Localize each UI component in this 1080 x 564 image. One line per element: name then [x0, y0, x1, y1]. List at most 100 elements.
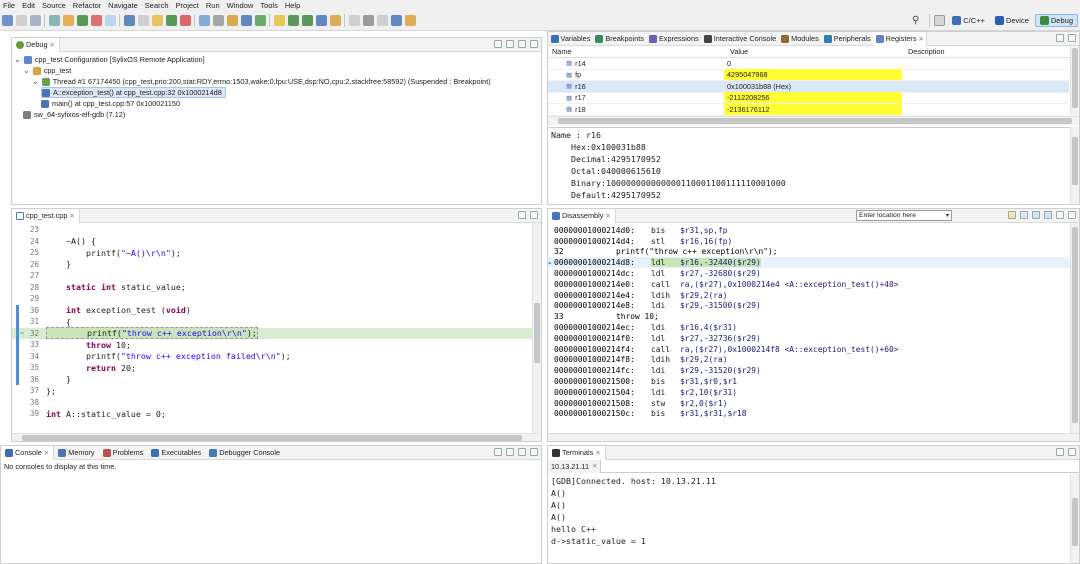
register-row[interactable]: ▦ r16 0x100031b88 (Hex) — [548, 81, 1069, 93]
editor-vscrollbar[interactable] — [532, 223, 541, 433]
debug-tree-item[interactable]: sw_64-sylixos-elf-gdb (7.12) — [23, 109, 125, 120]
menu-item-navigate[interactable]: Navigate — [108, 1, 138, 10]
toolbar-button-icon[interactable] — [390, 15, 402, 26]
minimize-icon[interactable] — [1056, 34, 1064, 42]
show-source-icon[interactable] — [1032, 211, 1040, 219]
close-icon[interactable]: ✕ — [592, 462, 597, 470]
perspective-c-c-[interactable]: C/C++ — [948, 15, 989, 26]
toolbar-button-icon[interactable] — [62, 15, 74, 26]
chevron-down-icon[interactable]: ⌄ — [14, 55, 21, 64]
minimize-icon[interactable] — [1056, 211, 1064, 219]
minimize-icon[interactable] — [518, 40, 526, 48]
display-console-icon[interactable] — [494, 448, 502, 456]
tab-peripherals[interactable]: Peripherals — [821, 32, 873, 46]
toolbar-button-icon[interactable] — [29, 15, 41, 26]
collapse-all-icon[interactable] — [494, 40, 502, 48]
minimize-icon[interactable] — [1056, 448, 1064, 456]
menu-item-source[interactable]: Source — [42, 1, 66, 10]
toolbar-button-icon[interactable] — [376, 15, 388, 26]
toolbar-button-icon[interactable] — [315, 15, 327, 26]
tab-debug[interactable]: Debug ✕ — [12, 38, 60, 52]
toolbar-button-icon[interactable] — [48, 15, 60, 26]
chevron-down-icon[interactable]: ▾ — [946, 212, 949, 219]
toolbar-button-icon[interactable] — [404, 15, 416, 26]
location-input[interactable]: Enter location here ▾ — [856, 210, 952, 221]
minimize-icon[interactable] — [518, 448, 526, 456]
tab-registers[interactable]: Registers ✕ — [873, 32, 928, 46]
menu-item-run[interactable]: Run — [206, 1, 220, 10]
close-icon[interactable]: ✕ — [605, 212, 610, 220]
tab-expressions[interactable]: Expressions — [646, 32, 701, 46]
toolbar-button-icon[interactable] — [301, 15, 313, 26]
tab-disassembly[interactable]: Disassembly ✕ — [548, 209, 616, 223]
menu-item-window[interactable]: Window — [227, 1, 254, 10]
terminal-output[interactable]: [GDB]Connected. host: 10.13.21.11 A() A() A… — [548, 473, 1072, 563]
col-description-header[interactable]: Description — [905, 47, 945, 56]
register-value[interactable]: 0x100031b88 (Hex) — [724, 81, 902, 92]
register-row[interactable]: ▦ fp 4295047968 — [548, 69, 1069, 81]
close-icon[interactable]: ✕ — [44, 449, 49, 457]
disassembly-listing[interactable]: 00000001000214d0: bis $r31,sp,fp 0000000100… — [548, 223, 1072, 431]
debug-tree-item[interactable]: ⌄ cpp_test Configuration [SylixOS Remote … — [14, 54, 205, 65]
show-symbols-icon[interactable] — [1044, 211, 1052, 219]
tab-session[interactable]: 10.13.21.11 ✕ — [548, 459, 602, 473]
debug-tree-item[interactable]: ⌄ cpp_test — [23, 65, 71, 76]
close-icon[interactable]: ✕ — [69, 212, 74, 220]
toolbar-button-icon[interactable] — [104, 15, 116, 26]
tab-console[interactable]: Console ✕ — [1, 446, 55, 460]
disassembly-hscrollbar[interactable] — [548, 433, 1079, 441]
maximize-icon[interactable] — [1068, 448, 1076, 456]
refresh-icon[interactable] — [1020, 211, 1028, 219]
register-value[interactable]: -2112208256 — [724, 92, 902, 104]
chevron-down-icon[interactable]: ⌄ — [32, 77, 39, 86]
code-area[interactable]: 23 24 ~A() {25 printf("~A()\r\n"); 26 } 27 2… — [12, 223, 532, 433]
register-row[interactable]: ▦ r14 0 — [548, 58, 1069, 70]
minimize-icon[interactable] — [518, 211, 526, 219]
tab-interactive-console[interactable]: Interactive Console — [701, 32, 778, 46]
toolbar-button-icon[interactable] — [1, 15, 13, 26]
perspective-debug[interactable]: Debug — [1034, 14, 1078, 27]
toolbar-button-icon[interactable] — [198, 15, 210, 26]
stack-frame-selected[interactable]: A::exception_test() at cpp_test.cpp:32 0… — [41, 87, 226, 98]
register-value[interactable]: 4295047968 — [724, 69, 902, 81]
toolbar-button-icon[interactable] — [151, 15, 163, 26]
toolbar-button-icon[interactable] — [90, 15, 102, 26]
toolbar-button-icon[interactable] — [179, 15, 191, 26]
close-icon[interactable]: ✕ — [595, 449, 600, 457]
tab-executables[interactable]: Executables — [147, 446, 205, 460]
menu-item-tools[interactable]: Tools — [260, 1, 278, 10]
registers-vscrollbar[interactable] — [1070, 46, 1079, 116]
toolbar-button-icon[interactable] — [240, 15, 252, 26]
tab-debugger-console[interactable]: Debugger Console — [205, 446, 284, 460]
close-icon[interactable]: ✕ — [50, 41, 55, 49]
perspective-device[interactable]: Device — [991, 15, 1033, 26]
menu-item-refactor[interactable]: Refactor — [73, 1, 101, 10]
toolbar-button-icon[interactable] — [76, 15, 88, 26]
chevron-down-icon[interactable]: ⌄ — [23, 66, 30, 75]
toolbar-button-icon[interactable] — [273, 15, 285, 26]
toolbar-button-icon[interactable] — [362, 15, 374, 26]
col-name-header[interactable]: Name — [548, 47, 727, 56]
open-console-icon[interactable] — [506, 448, 514, 456]
registers-hscrollbar[interactable] — [548, 116, 1079, 125]
detail-vscrollbar[interactable] — [1070, 127, 1079, 204]
open-perspective-icon[interactable] — [933, 15, 945, 26]
tab-cpp-test[interactable]: cpp_test.cpp ✕ — [12, 209, 80, 223]
register-value[interactable]: -2136176112 — [724, 103, 902, 115]
terminal-vscrollbar[interactable] — [1070, 474, 1079, 563]
tab-terminals[interactable]: Terminals ✕ — [548, 446, 606, 460]
maximize-icon[interactable] — [1068, 34, 1076, 42]
menu-item-help[interactable]: Help — [285, 1, 300, 10]
col-value-header[interactable]: Value — [727, 47, 905, 56]
maximize-icon[interactable] — [530, 40, 538, 48]
tab-breakpoints[interactable]: Breakpoints — [593, 32, 647, 46]
toolbar-button-icon[interactable] — [329, 15, 341, 26]
tab-modules[interactable]: Modules — [779, 32, 822, 46]
toolbar-button-icon[interactable] — [287, 15, 299, 26]
toolbar-button-icon[interactable] — [348, 15, 360, 26]
register-value[interactable]: 0 — [724, 58, 902, 69]
menu-item-project[interactable]: Project — [176, 1, 199, 10]
search-icon[interactable]: ⚲ — [912, 15, 919, 26]
toolbar-button-icon[interactable] — [123, 15, 135, 26]
tab-problems[interactable]: Problems — [99, 446, 148, 460]
